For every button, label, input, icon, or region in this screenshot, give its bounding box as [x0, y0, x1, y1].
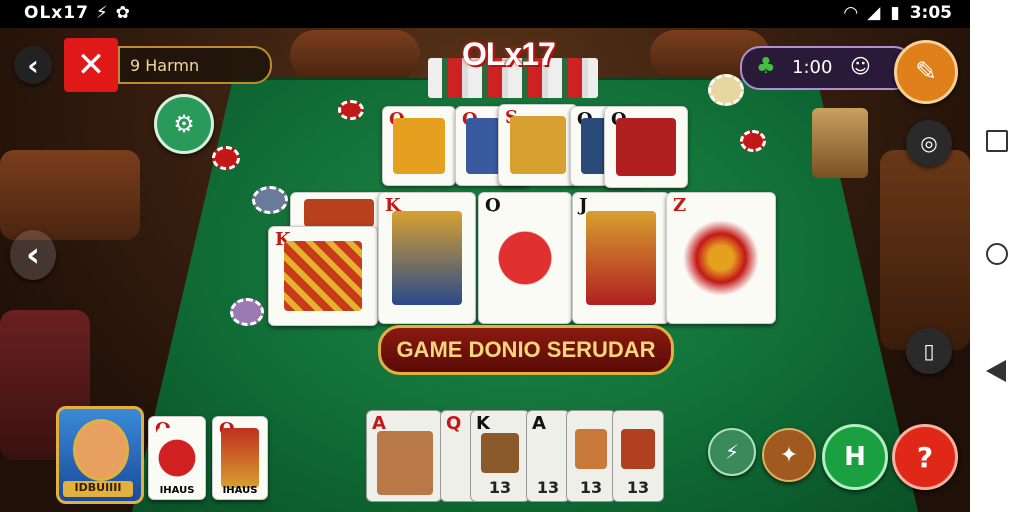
- table-card: Z: [666, 192, 776, 324]
- timer-bar: ♣ 1:00 ☺: [740, 46, 914, 90]
- status-left: OLx17 ⚡ ✿: [24, 3, 131, 23]
- chip: [252, 186, 288, 214]
- chip: [740, 130, 766, 152]
- clover-icon: ♣: [756, 54, 776, 79]
- hand-card[interactable]: 13: [566, 410, 616, 502]
- chip: [708, 74, 744, 106]
- settings-icon[interactable]: ⚙: [154, 94, 214, 154]
- edit-icon[interactable]: ✎: [894, 40, 958, 104]
- back-icon[interactable]: ‹: [14, 46, 52, 84]
- table-card: S: [498, 104, 578, 186]
- status-right: ◠ ◢ ▮ 3:05: [844, 3, 952, 23]
- home-icon[interactable]: [986, 243, 1008, 265]
- chip: [338, 100, 364, 120]
- chip: [212, 146, 240, 170]
- signal-icon: ◢: [867, 3, 881, 23]
- recents-icon[interactable]: [986, 130, 1008, 152]
- system-nav-bar: [970, 0, 1024, 512]
- game-logo: OLx17: [462, 36, 556, 72]
- map-icon[interactable]: ◎: [906, 120, 952, 166]
- chair-right: [880, 150, 970, 350]
- wifi-icon: ◠: [844, 3, 858, 23]
- bird-icon[interactable]: ✦: [762, 428, 816, 482]
- hand-card-small[interactable]: QIHAUS: [148, 416, 206, 500]
- table-card: Q: [604, 106, 688, 188]
- avatar-face: [73, 419, 129, 481]
- chair-top: [290, 30, 420, 80]
- chair-left: [0, 150, 140, 240]
- player-name: IDBUIIII: [63, 481, 133, 497]
- chat-icon[interactable]: ☺: [850, 54, 871, 78]
- hand-card-small[interactable]: QIHAUS: [212, 416, 268, 500]
- game-status-banner: GAME DONIO SERUDAR: [378, 325, 674, 375]
- status-bar: OLx17 ⚡ ✿ ◠ ◢ ▮ 3:05: [0, 0, 970, 28]
- lightning-icon[interactable]: ⚡: [708, 428, 756, 476]
- table-card: J: [572, 192, 670, 324]
- player-tag: 9 Harmn: [118, 46, 272, 84]
- game-scene: OLx17 Q Q S Q Q K K Q J Z GAME DONIO SER…: [0, 0, 970, 512]
- timer-value: 1:00: [792, 57, 833, 78]
- battery-icon: ▮: [890, 3, 900, 23]
- hand-card[interactable]: A: [366, 410, 442, 502]
- close-icon[interactable]: ✕: [64, 38, 118, 92]
- hand-card[interactable]: 13: [612, 410, 664, 502]
- avatar[interactable]: IDBUIIII: [56, 406, 144, 504]
- left-arrow-icon[interactable]: ‹: [10, 230, 56, 280]
- table-card: Q: [478, 192, 572, 324]
- table-card: K: [268, 226, 378, 326]
- h-icon[interactable]: H: [822, 424, 888, 490]
- table-card: K: [378, 192, 476, 324]
- hand-card[interactable]: K 13: [470, 410, 530, 502]
- nav-back-icon[interactable]: [986, 360, 1006, 382]
- chip: [230, 298, 264, 326]
- hand-card[interactable]: A 13: [526, 410, 570, 502]
- table-card: Q: [382, 106, 456, 186]
- status-time: 3:05: [909, 3, 952, 23]
- scroll-icon[interactable]: ▯: [906, 328, 952, 374]
- question-icon[interactable]: ?: [892, 424, 958, 490]
- dice-box: [812, 108, 868, 178]
